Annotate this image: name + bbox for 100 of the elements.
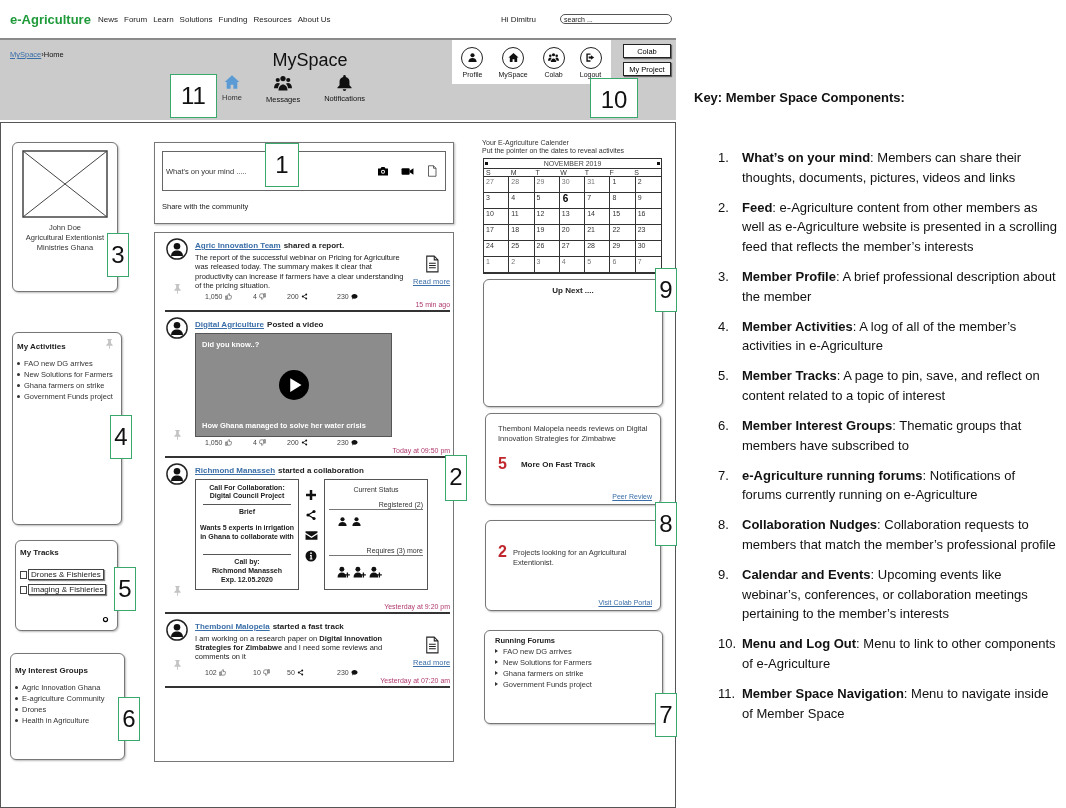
bullet-icon bbox=[15, 686, 18, 689]
key-description: Member Profile: A brief professional description about the member bbox=[742, 267, 1057, 306]
key-description: What’s on your mind: Members can share their thoughts, documents, pictures, videos and links bbox=[742, 149, 1023, 187]
checkbox[interactable] bbox=[20, 585, 27, 594]
nudge-label: More On Fast Track bbox=[520, 459, 596, 469]
share-icon[interactable] bbox=[296, 668, 304, 676]
track-label[interactable]: Imaging & Fishieries bbox=[28, 584, 107, 595]
next-month-button[interactable] bbox=[657, 161, 660, 165]
post-action: shared a report. bbox=[283, 241, 345, 250]
thumbs-down-icon[interactable] bbox=[262, 668, 270, 676]
key-description: Menu and Log Out: Menu to link to other components of e-Agriculture bbox=[742, 635, 1057, 673]
key-description: Member Space Navigation: Menu to navigate inside of Member Space bbox=[742, 685, 1050, 723]
annotation-marker: 9 bbox=[655, 268, 677, 312]
key-number: 8. bbox=[718, 516, 730, 535]
add-person-icon[interactable] bbox=[369, 565, 382, 579]
nav-link[interactable]: Learn bbox=[153, 14, 174, 24]
person-icon bbox=[466, 52, 478, 63]
thumbs-up-icon[interactable] bbox=[224, 438, 232, 446]
annotation-marker: 10 bbox=[590, 78, 638, 118]
bullet-icon bbox=[17, 362, 20, 365]
bullet-icon bbox=[17, 384, 20, 387]
key-description: e-Agriculture running forums: Notifications of forums currently running on e-Agriculture bbox=[742, 466, 1017, 505]
key-description: Feed: e-Agriculture content from other members as well as e-Agriculture website is presented in a scrolling feed that reflects the member’s interests bbox=[742, 198, 1058, 256]
annotation-marker: 6 bbox=[118, 697, 140, 741]
key-description: Member Interest Groups: Thematic groups that members have subscribed to bbox=[742, 417, 1023, 455]
annotation-marker: 7 bbox=[655, 693, 677, 737]
comment-icon[interactable] bbox=[350, 668, 358, 676]
post-action: started a fast track bbox=[272, 621, 344, 631]
share-icon[interactable] bbox=[300, 292, 308, 300]
post-action: started a collaboration bbox=[278, 465, 364, 475]
annotation-marker: 2 bbox=[445, 455, 467, 501]
envelope-icon[interactable] bbox=[305, 528, 318, 542]
author-link[interactable]: Agric Innovation Team bbox=[195, 241, 281, 250]
key-number: 6. bbox=[718, 417, 730, 436]
calendar-day[interactable]: 6 bbox=[559, 192, 586, 209]
play-icon[interactable] bbox=[278, 369, 309, 400]
author-link[interactable]: Digital Agriculture bbox=[195, 319, 265, 329]
key-number: 9. bbox=[718, 566, 730, 585]
bullet-icon bbox=[15, 697, 18, 700]
card-title: My Activities bbox=[17, 342, 66, 351]
person-icon bbox=[351, 515, 362, 527]
key-description: Calendar and Events: Upcoming events like webinar’s, conferences, or collaboration meetings pertaining to the member’s interests bbox=[742, 566, 1029, 624]
bullet-icon bbox=[17, 395, 20, 398]
info-icon[interactable] bbox=[305, 549, 317, 562]
settings-icon[interactable] bbox=[102, 616, 109, 623]
share-icon[interactable] bbox=[305, 508, 317, 521]
nav-link[interactable]: About Us bbox=[297, 14, 331, 24]
key-number: 10. bbox=[718, 635, 738, 654]
annotation-marker: 3 bbox=[107, 233, 129, 277]
comment-icon[interactable] bbox=[350, 438, 358, 446]
greeting-text: Hi Dimitru bbox=[500, 14, 536, 24]
plus-icon[interactable] bbox=[305, 488, 317, 501]
bell-icon bbox=[336, 74, 354, 91]
prev-month-button[interactable] bbox=[485, 161, 488, 165]
checkbox[interactable] bbox=[20, 570, 27, 579]
add-person-icon[interactable] bbox=[353, 565, 366, 579]
key-number: 2. bbox=[718, 198, 730, 217]
logout-icon bbox=[585, 52, 596, 63]
nudge-count: 5 bbox=[498, 455, 507, 474]
home-icon bbox=[507, 52, 519, 63]
author-link[interactable]: Richmond Manasseh bbox=[195, 465, 275, 475]
site-logo[interactable]: e-Agriculture bbox=[10, 11, 98, 27]
bullet-icon bbox=[495, 660, 498, 665]
add-person-icon[interactable] bbox=[337, 565, 350, 579]
thumbs-up-icon[interactable] bbox=[224, 292, 232, 300]
thumbs-up-icon[interactable] bbox=[218, 668, 226, 676]
page-title: MySpace bbox=[271, 50, 349, 71]
thumbs-down-icon[interactable] bbox=[258, 438, 266, 446]
comment-icon[interactable] bbox=[350, 292, 358, 300]
key-description: Collaboration Nudges: Collaboration requests to members that match the member’s professional profile bbox=[742, 516, 1057, 554]
nav-link[interactable]: Forum bbox=[124, 14, 148, 24]
nav-link[interactable]: Resources bbox=[253, 14, 292, 24]
bullet-icon bbox=[495, 649, 498, 654]
nav-link[interactable]: Funding bbox=[218, 14, 248, 24]
person-icon bbox=[337, 515, 348, 527]
avatar-icon bbox=[166, 462, 188, 485]
nav-link[interactable]: News bbox=[98, 14, 118, 24]
key-number: 1. bbox=[718, 149, 730, 167]
bullet-icon bbox=[495, 671, 498, 676]
key-description: Member Activities: A log of all of the member’s activities in e-Agriculture bbox=[742, 317, 1018, 356]
camera-icon[interactable] bbox=[377, 165, 389, 177]
key-number: 11. bbox=[718, 685, 737, 704]
bullet-icon bbox=[15, 719, 18, 722]
annotation-marker: 8 bbox=[655, 502, 677, 546]
bullet-icon bbox=[15, 708, 18, 711]
nudge-count: 2 bbox=[498, 542, 507, 561]
annotation-marker: 1 bbox=[265, 143, 299, 187]
bullet-icon bbox=[17, 373, 20, 376]
thumbs-down-icon[interactable] bbox=[258, 292, 266, 300]
annotation-marker: 4 bbox=[110, 415, 132, 459]
track-label[interactable]: Drones & Fishieries bbox=[28, 569, 104, 580]
author-link[interactable]: Themboni Malopela bbox=[195, 621, 270, 631]
video-camera-icon[interactable] bbox=[401, 165, 414, 178]
file-icon[interactable] bbox=[426, 165, 438, 177]
key-number: 7. bbox=[718, 466, 730, 485]
key-description: Member Tracks: A page to pin, save, and reflect on content related to a topic of interest bbox=[742, 367, 1041, 405]
bullet-icon bbox=[495, 682, 498, 687]
share-icon[interactable] bbox=[300, 438, 308, 446]
nav-link[interactable]: Solutions bbox=[179, 14, 213, 24]
key-number: 3. bbox=[718, 267, 730, 286]
